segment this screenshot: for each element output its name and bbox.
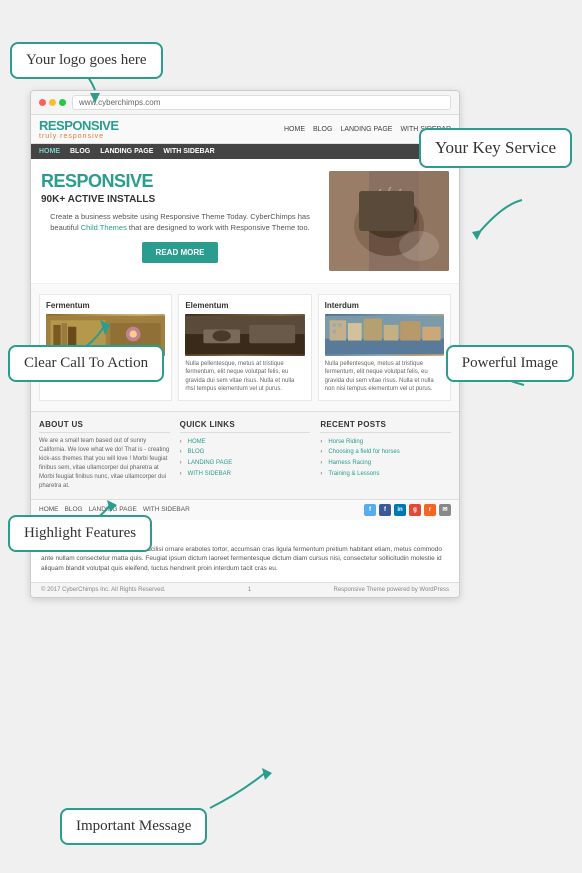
mainnav-home[interactable]: HOME (39, 148, 60, 155)
child-themes-link[interactable]: Child Themes (81, 223, 127, 232)
hero-image (329, 171, 449, 271)
feature-text-3: Nulla pellentesque, metus at tristique f… (325, 360, 444, 394)
recentposts-widget-title: RECENT POSTS (320, 420, 451, 433)
features-callout: Highlight Features (8, 515, 152, 552)
feature-image-3 (325, 314, 444, 356)
twitter-icon[interactable]: f (364, 504, 376, 516)
facebook-icon[interactable]: f (379, 504, 391, 516)
about-widget: ABOUT US We are a small team based out o… (39, 420, 170, 491)
keyservice-callout: Your Key Service (419, 128, 572, 168)
about-widget-title: ABOUT US (39, 420, 170, 433)
feature-title-1: Fermentum (46, 301, 165, 310)
site-footer: © 2017 CyberChimps Inc. All Rights Reser… (31, 582, 459, 597)
copyright: © 2017 CyberChimps Inc. All Rights Reser… (41, 587, 165, 593)
hero-image-svg (329, 171, 449, 271)
post-1[interactable]: Horse Riding (320, 437, 451, 448)
address-bar: www.cyberchimps.com (72, 95, 451, 110)
quicklinks-widget-title: QUICK LINKS (180, 420, 311, 433)
logo-callout: Your logo goes here (10, 42, 163, 79)
quicklink-sidebar[interactable]: WITH SIDEBAR (180, 469, 311, 480)
quicklink-blog[interactable]: BLOG (180, 447, 311, 458)
feature-title-3: Interdum (325, 301, 444, 310)
quicklinks-widget: QUICK LINKS HOME BLOG LANDING PAGE WITH … (180, 420, 311, 491)
hero-text-area: RESPONSIVE 90K+ ACTIVE INSTALLS Create a… (41, 171, 319, 271)
site-logo: RESPONSIVE truly responsive (39, 118, 119, 140)
feature-text-2: Nulla pellentesque, metus at tristique f… (185, 360, 304, 394)
hero-section: RESPONSIVE 90K+ ACTIVE INSTALLS Create a… (31, 159, 459, 283)
linkedin-icon[interactable]: in (394, 504, 406, 516)
site-header: RESPONSIVE truly responsive HOME BLOG LA… (31, 115, 459, 144)
nav-landing[interactable]: LANDING PAGE (340, 126, 392, 133)
main-nav-bar: HOME BLOG LANDING PAGE WITH SIDEBAR (31, 144, 459, 159)
feature-card-2: Elementum Nulla pellentesque, metus at t… (178, 294, 311, 401)
footer-sidebar[interactable]: WITH SIDEBAR (143, 506, 190, 513)
quicklink-landing[interactable]: LANDING PAGE (180, 458, 311, 469)
page-number: 1 (248, 587, 251, 593)
post-2[interactable]: Choosing a field for horses (320, 447, 451, 458)
about-widget-text: We are a small team based out of sunny C… (39, 437, 170, 491)
mainnav-blog[interactable]: BLOG (70, 148, 90, 155)
logo-text: RESPONSIVE (39, 118, 119, 133)
feature-title-2: Elementum (185, 301, 304, 310)
powered-by: Responsive Theme powered by WordPress (333, 587, 449, 593)
logo-subtitle: truly responsive (39, 133, 119, 140)
quicklinks-list: HOME BLOG LANDING PAGE WITH SIDEBAR (180, 437, 311, 480)
read-more-button[interactable]: READ MORE (142, 242, 219, 263)
keyservice-arrow (462, 190, 532, 250)
mainnav-sidebar[interactable]: WITH SIDEBAR (163, 148, 214, 155)
feature-card-3: Interdum (318, 294, 451, 401)
post-3[interactable]: Harness Racing (320, 458, 451, 469)
recentposts-widget: RECENT POSTS Horse Riding Choosing a fie… (320, 420, 451, 491)
email-icon[interactable]: ✉ (439, 504, 451, 516)
recentposts-list: Horse Riding Choosing a field for horses… (320, 437, 451, 480)
important-arrow (200, 758, 280, 813)
hero-description: Create a business website using Responsi… (41, 211, 319, 234)
close-dot (39, 99, 46, 106)
hero-brand: RESPONSIVE (41, 171, 319, 192)
quicklink-home[interactable]: HOME (180, 437, 311, 448)
nav-blog[interactable]: BLOG (313, 126, 332, 133)
nav-home[interactable]: HOME (284, 126, 305, 133)
cta-callout: Clear Call To Action (8, 345, 164, 382)
footer-widgets: ABOUT US We are a small team based out o… (31, 411, 459, 499)
hero-installs: 90K+ ACTIVE INSTALLS (41, 194, 319, 205)
mainnav-landing[interactable]: LANDING PAGE (100, 148, 153, 155)
rss-icon[interactable]: r (424, 504, 436, 516)
feature-image-2 (185, 314, 304, 356)
important-callout: Important Message (60, 808, 207, 845)
googleplus-icon[interactable]: g (409, 504, 421, 516)
image-callout: Powerful Image (446, 345, 574, 382)
social-icons: f f in g r ✉ (364, 504, 451, 516)
post-4[interactable]: Training & Lessons (320, 469, 451, 480)
